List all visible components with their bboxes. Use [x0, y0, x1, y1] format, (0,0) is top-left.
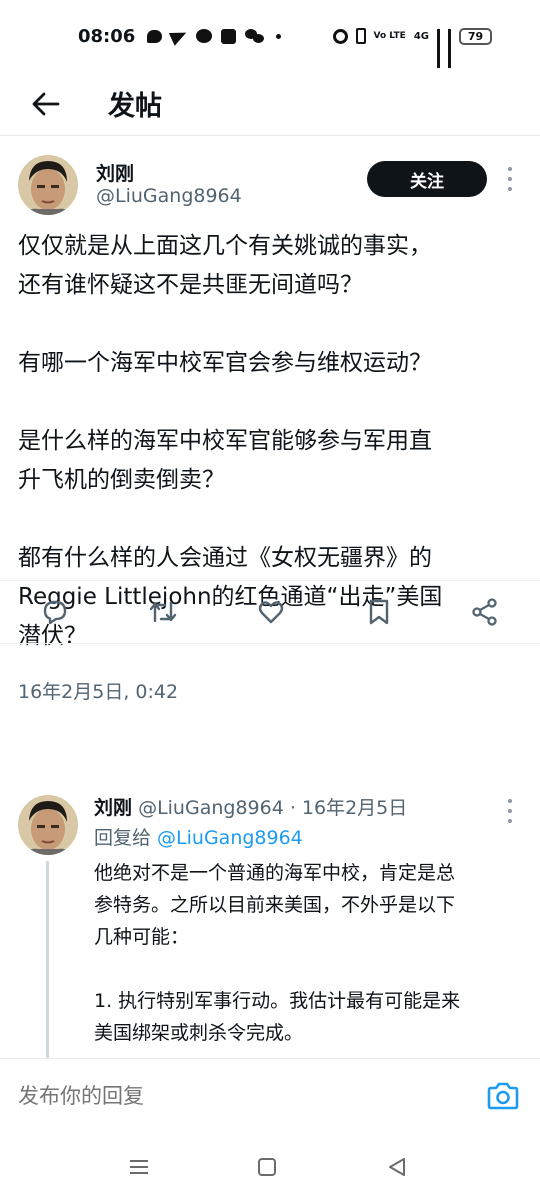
reply-button[interactable] [40, 597, 70, 627]
reply-header: 刘刚 @LiuGang8964 · 16年2月5日 [94, 793, 407, 820]
system-nav-bar [0, 1130, 540, 1200]
volte-icon: Vo LTE [373, 30, 406, 41]
tweet-text-line: 有哪一个海军中校军官会参与维权运动？ [18, 350, 432, 376]
bookmark-button[interactable] [364, 597, 394, 627]
reply-text-line: 1. 执行特别军事行动。我估计最有可能是来 [94, 990, 461, 1012]
signal-2-icon [448, 28, 451, 68]
reply-avatar[interactable] [18, 795, 78, 855]
tweet-timestamp[interactable]: 16年2月5日, 0:42 [0, 670, 540, 714]
menu-icon [130, 1160, 148, 1174]
camera-button[interactable] [486, 1081, 522, 1111]
alarm-icon [332, 28, 348, 44]
replying-to: 回复给 @LiuGang8964 [94, 823, 303, 850]
bookmark-icon [369, 599, 389, 625]
retweet-icon [149, 601, 177, 623]
tweet-text-line: 是什么样的海军中校军官能够参与军用直 [18, 428, 432, 454]
reply-more-options-icon[interactable] [500, 799, 520, 823]
system-icons: Vo LTE 4G 79 [332, 27, 492, 68]
author-name[interactable]: 刘刚 [96, 159, 134, 186]
signal-icon [437, 28, 440, 68]
app-header: 发帖 [0, 72, 540, 136]
chat-notification-icon [147, 29, 163, 43]
back-button[interactable] [16, 79, 76, 129]
comment-icon [43, 600, 67, 625]
thread-line [46, 861, 49, 1061]
tweet-text-line: 都有什么样的人会通过《女权无疆界》的 [18, 545, 432, 571]
telegram-notification-icon [169, 26, 190, 46]
author-handle[interactable]: @LiuGang8964 [96, 185, 242, 207]
tweet-text-line: 仅仅就是从上面这几个有关姚诚的事实， [18, 233, 432, 259]
retweet-button[interactable] [148, 597, 178, 627]
heart-icon [258, 601, 284, 624]
reply-text: 他绝对不是一个普通的海军中校，肯定是总 参特务。之所以目前来美国，不外乎是以下 几种… [94, 857, 526, 1049]
message-notification-icon [196, 29, 213, 43]
camera-icon [487, 1082, 519, 1110]
network-type: 4G [413, 30, 429, 42]
battery-icon: 79 [459, 27, 492, 45]
reply-composer [0, 1058, 540, 1128]
app-notification-icon [221, 28, 237, 44]
share-button[interactable] [470, 597, 500, 627]
tweet-text-line [18, 383, 522, 422]
recent-apps-button[interactable] [126, 1154, 152, 1180]
page-title: 发帖 [108, 91, 162, 122]
reply-input[interactable] [18, 1079, 458, 1113]
like-button[interactable] [256, 597, 286, 627]
back-nav-button[interactable] [384, 1154, 410, 1180]
tweet-actions [0, 580, 540, 644]
reply-meta: @LiuGang8964 · 16年2月5日 [138, 797, 408, 819]
reply-text-line: 参特务。之所以目前来美国，不外乎是以下 [94, 894, 456, 916]
reply-text-line: 他绝对不是一个普通的海军中校，肯定是总 [94, 862, 456, 884]
tweet-text-line [18, 500, 522, 539]
more-options-icon[interactable] [500, 167, 520, 191]
replying-to-prefix: 回复给 [94, 827, 158, 849]
share-icon [472, 598, 497, 626]
tweet-author-row: 刘刚 @LiuGang8964 关注 [0, 137, 540, 227]
wechat-notification-icon [245, 29, 265, 43]
status-time: 08:06 [78, 25, 136, 47]
reply-text-line: 美国绑架或刺杀令完成。 [94, 1022, 304, 1044]
reply-author-name[interactable]: 刘刚 [94, 797, 132, 819]
more-notifications-icon [276, 33, 282, 39]
reply-text-line [94, 953, 526, 985]
status-bar: 08:06 Vo LTE 4G 79 [0, 0, 540, 72]
triangle-back-icon [389, 1158, 405, 1176]
notification-icons [147, 26, 282, 46]
tweet-text-line: 还有谁怀疑这不是共匪无间道吗？ [18, 272, 363, 298]
tweet-text-line: 升飞机的倒卖倒卖？ [18, 467, 225, 493]
home-button[interactable] [254, 1154, 280, 1180]
avatar[interactable] [18, 155, 78, 215]
replying-to-handle[interactable]: @LiuGang8964 [157, 827, 303, 849]
reply-text-line: 几种可能： [94, 926, 190, 948]
follow-button[interactable]: 关注 [367, 161, 487, 197]
arrow-left-icon [32, 92, 60, 115]
vibrate-icon [355, 28, 366, 44]
tweet-text-line [18, 305, 522, 344]
home-square-icon [258, 1158, 276, 1176]
